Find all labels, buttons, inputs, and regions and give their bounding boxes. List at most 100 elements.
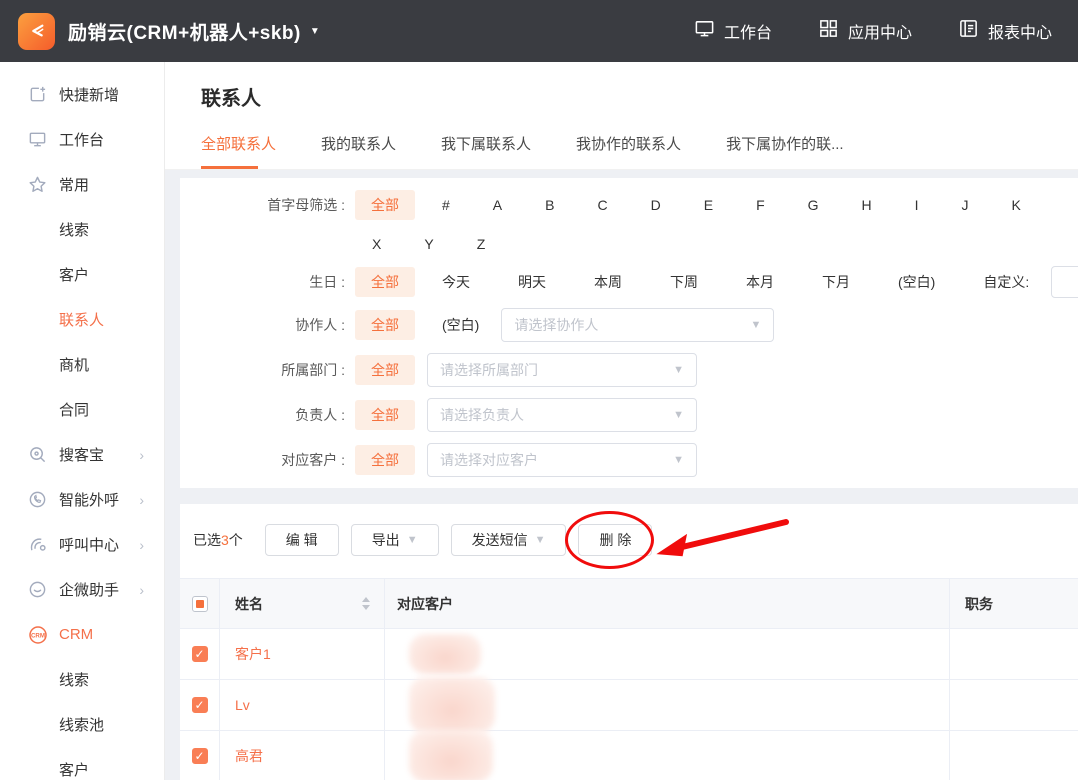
department-filter-all-badge[interactable]: 全部 (355, 354, 415, 385)
filter-row-department: 所属部门 : 全部 请选择所属部门 ▼ (180, 347, 1078, 392)
birthday-option[interactable]: (空白) (898, 272, 935, 292)
sort-icon[interactable] (362, 597, 370, 610)
sidebar-item-wecom-assistant[interactable]: 企微助手 › (0, 567, 164, 612)
tab-all-contacts[interactable]: 全部联系人 (201, 133, 276, 169)
birthday-option[interactable]: 下周 (670, 272, 698, 292)
initial-letter[interactable]: I (915, 197, 919, 213)
birthday-option[interactable]: 本周 (594, 272, 622, 292)
birthday-option[interactable]: 下月 (822, 272, 850, 292)
sidebar-item-leads[interactable]: 线索 (0, 207, 164, 252)
initial-letter[interactable]: K (1012, 197, 1021, 213)
initial-letter[interactable]: E (704, 197, 713, 213)
selected-count: 已选3个 (193, 532, 243, 548)
sidebar-item-label: 企微助手 (59, 582, 120, 599)
filter-label: 所属部门 : (281, 361, 345, 378)
sidebar-item-contracts[interactable]: 合同 (0, 387, 164, 432)
sidebar-item-label: 工作台 (59, 132, 105, 149)
row-checkbox[interactable]: ✓ (191, 748, 208, 764)
sidebar-item-smart-call[interactable]: 智能外呼 › (0, 477, 164, 522)
row-checkbox[interactable]: ✓ (191, 697, 208, 713)
birthday-custom-input[interactable] (1051, 266, 1078, 298)
filter-row-customer: 对应客户 : 全部 请选择对应客户 ▼ (180, 437, 1078, 482)
initial-letter[interactable]: C (597, 197, 607, 213)
select-all-checkbox[interactable] (191, 595, 208, 612)
sidebar-item-soukebao[interactable]: 搜客宝 › (0, 432, 164, 477)
sidebar-item-label: 线索 (59, 222, 90, 239)
tab-subordinate-contacts[interactable]: 我下属联系人 (441, 133, 531, 169)
department-select[interactable]: 请选择所属部门 ▼ (427, 352, 697, 387)
tab-collab-contacts[interactable]: 我协作的联系人 (576, 133, 681, 169)
chevron-right-icon[interactable]: › (139, 447, 144, 463)
collaborator-blank-option[interactable]: (空白) (442, 315, 479, 335)
top-nav: 工作台 应用中心 报表中心 (694, 18, 1052, 44)
nav-report-center[interactable]: 报表中心 (958, 18, 1052, 44)
column-header-title: 职务 (965, 595, 993, 612)
owner-filter-all-badge[interactable]: 全部 (355, 399, 415, 430)
redacted-customer-blob (409, 730, 493, 780)
initial-letter[interactable]: # (442, 197, 450, 213)
sidebar-item-crm-customers[interactable]: 客户 (0, 747, 164, 780)
tab-my-contacts[interactable]: 我的联系人 (321, 133, 396, 169)
sidebar-item-quick-add[interactable]: 快捷新增 (0, 72, 164, 117)
sidebar-item-contacts[interactable]: 联系人 (0, 297, 164, 342)
sidebar-item-opportunities[interactable]: 商机 (0, 342, 164, 387)
column-header-customer: 对应客户 (397, 595, 453, 612)
sidebar-item-label: CRM (59, 626, 94, 643)
delete-button[interactable]: 删 除 (578, 524, 653, 556)
sidebar-item-crm[interactable]: CRM CRM (0, 612, 164, 657)
chevron-right-icon[interactable]: › (139, 582, 144, 598)
birthday-option[interactable]: 本月 (746, 272, 774, 292)
table-row[interactable]: ✓ 客户1 (180, 629, 1078, 680)
row-checkbox[interactable]: ✓ (191, 646, 208, 662)
collaborator-select[interactable]: 请选择协作人 ▼ (501, 307, 775, 342)
birthday-filter-all-badge[interactable]: 全部 (355, 267, 415, 297)
initial-letter[interactable]: B (545, 197, 554, 213)
contact-name-link[interactable]: 高君 (235, 746, 263, 766)
birthday-option[interactable]: 今天 (442, 272, 470, 292)
initial-letter[interactable]: Z (477, 236, 486, 252)
sidebar-item-customers[interactable]: 客户 (0, 252, 164, 297)
tab-subordinate-collab-contacts[interactable]: 我下属协作的联... (726, 133, 844, 169)
sidebar-item-label: 搜客宝 (59, 447, 105, 464)
sidebar: 快捷新增 工作台 常用 线索 客户 联系人 商机 合同 搜客宝 › 智能外呼 ›… (0, 62, 165, 780)
contact-name-link[interactable]: Lv (235, 697, 250, 713)
send-sms-button[interactable]: 发送短信 ▼ (450, 524, 567, 556)
export-button[interactable]: 导出 ▼ (350, 524, 439, 556)
crm-icon: CRM (27, 624, 48, 645)
chevron-down-icon: ▼ (673, 408, 684, 421)
sidebar-item-call-center[interactable]: 呼叫中心 › (0, 522, 164, 567)
filter-label: 生日 : (309, 274, 345, 290)
sidebar-item-workbench[interactable]: 工作台 (0, 117, 164, 162)
chevron-right-icon[interactable]: › (139, 492, 144, 508)
nav-app-center[interactable]: 应用中心 (818, 18, 912, 44)
call-center-icon (27, 534, 48, 555)
birthday-option[interactable]: 明天 (518, 272, 546, 292)
initial-letter[interactable]: Y (424, 236, 433, 252)
owner-select[interactable]: 请选择负责人 ▼ (427, 397, 697, 432)
table-row[interactable]: ✓ Lv (180, 677, 1078, 733)
app-title[interactable]: 励销云(CRM+机器人+skb) (68, 18, 301, 45)
collaborator-filter-all-badge[interactable]: 全部 (355, 309, 415, 340)
sidebar-item-crm-leads[interactable]: 线索 (0, 657, 164, 702)
nav-workbench[interactable]: 工作台 (694, 18, 772, 44)
sidebar-item-favorites[interactable]: 常用 (0, 162, 164, 207)
customer-select[interactable]: 请选择对应客户 ▼ (427, 442, 697, 477)
initial-letter[interactable]: J (962, 197, 969, 213)
table-row[interactable]: ✓ 高君 (180, 730, 1078, 780)
initial-letter[interactable]: D (651, 197, 661, 213)
customer-filter-all-badge[interactable]: 全部 (355, 444, 415, 475)
sidebar-item-crm-lead-pool[interactable]: 线索池 (0, 702, 164, 747)
chevron-right-icon[interactable]: › (139, 537, 144, 553)
initial-letter[interactable]: F (756, 197, 765, 213)
initial-filter-all-badge[interactable]: 全部 (355, 190, 415, 220)
initial-letter[interactable]: H (862, 197, 872, 213)
initial-letter[interactable]: X (372, 236, 381, 252)
edit-button[interactable]: 编 辑 (264, 524, 339, 556)
initial-letter[interactable]: G (808, 197, 819, 213)
app-switcher-caret-icon[interactable]: ▼ (310, 26, 320, 37)
initial-letter[interactable]: A (493, 197, 502, 213)
sidebar-item-label: 联系人 (59, 312, 105, 329)
contact-name-link[interactable]: 客户1 (235, 644, 271, 664)
app-logo-icon[interactable] (18, 12, 55, 50)
filter-label: 协作人 : (295, 316, 345, 333)
